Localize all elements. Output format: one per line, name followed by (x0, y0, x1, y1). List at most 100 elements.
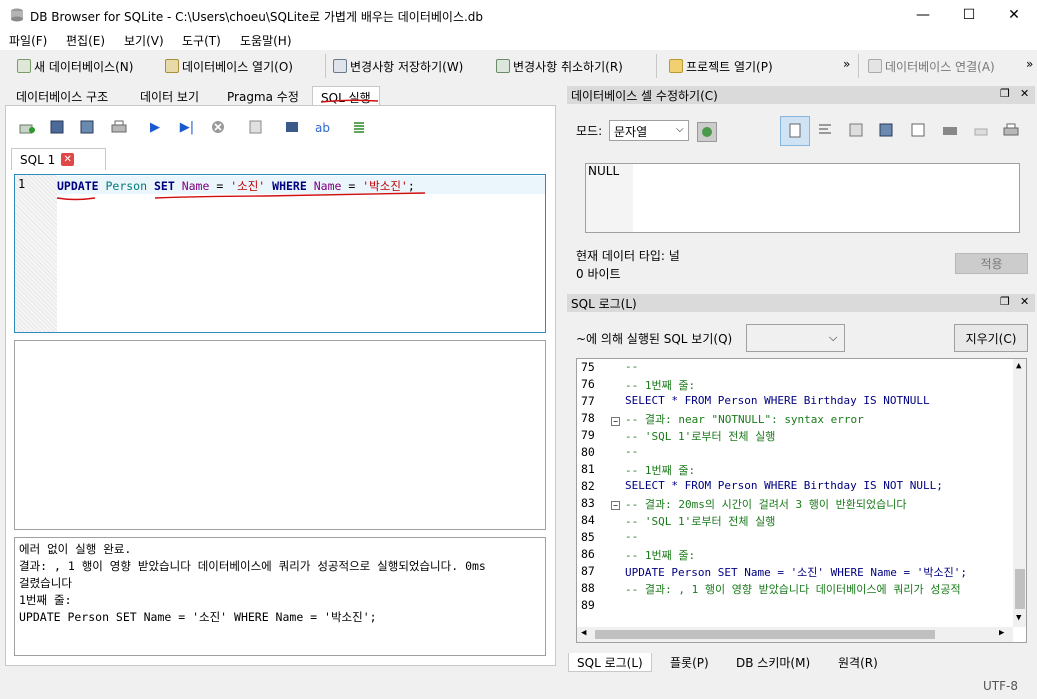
scroll-right-icon[interactable]: ▶ (999, 628, 1004, 638)
edit-cell-title: 데이터베이스 셀 수정하기(C) (571, 89, 718, 103)
print-icon[interactable] (110, 118, 128, 136)
scroll-thumb[interactable] (595, 630, 935, 639)
float-dock-icon[interactable]: ❐ (1000, 87, 1010, 100)
open-database-label: 데이터베이스 열기(O) (182, 59, 293, 74)
tab-plot[interactable]: 플롯(P) (662, 653, 717, 672)
open-project-button[interactable]: 프로젝트 열기(P) (669, 58, 773, 74)
export-icon[interactable] (878, 123, 894, 140)
log-line: -- 1번째 줄: (625, 379, 696, 392)
new-database-button[interactable]: 새 데이터베이스(N) (17, 58, 133, 74)
word-wrap-icon[interactable] (818, 123, 832, 140)
app-icon (10, 8, 24, 22)
log-line: -- 결과: , 1 행이 영향 받았습니다 데이터베이스에 쿼리가 성공적 (625, 583, 961, 596)
sql-editor[interactable]: 1 UPDATE Person SET Name = '소진' WHERE Na… (14, 174, 546, 333)
tab-sql-1[interactable]: SQL 1 ✕ (11, 148, 106, 170)
minimize-button[interactable]: — (900, 0, 946, 30)
log-line-number: 77 (581, 394, 595, 408)
float-dock-icon[interactable]: ❐ (1000, 295, 1010, 308)
open-database-icon (165, 59, 179, 73)
tab-remote[interactable]: 원격(R) (830, 653, 886, 672)
save-sql-file-icon[interactable] (78, 118, 96, 136)
attach-database-icon (868, 59, 882, 73)
tab-sql-log[interactable]: SQL 로그(L) (568, 653, 652, 672)
cell-value: NULL (588, 164, 620, 178)
menu-help[interactable]: 도움말(H) (240, 32, 292, 49)
toolbar-overflow-icon[interactable]: » (843, 57, 850, 71)
mode-label: 모드: (576, 124, 603, 138)
apply-button[interactable]: 적용 (955, 253, 1028, 274)
sql-log-view[interactable]: 75 -- 76 -- 1번째 줄: 77 SELECT * FROM Person … (576, 358, 1027, 643)
toolbar-separator (858, 54, 859, 78)
tab-db-schema[interactable]: DB 스키마(M) (728, 653, 818, 672)
mode-select[interactable]: 문자열 ⌵ (609, 120, 689, 141)
log-line: UPDATE Person SET Name = '소진' WHERE Name… (625, 566, 967, 579)
find-icon[interactable] (283, 118, 301, 136)
open-sql-file-icon[interactable] (48, 118, 66, 136)
revert-changes-icon (496, 59, 510, 73)
execute-all-icon[interactable]: ▶ (146, 118, 164, 136)
menu-view[interactable]: 보기(V) (124, 32, 164, 49)
chevron-down-icon: ⌵ (829, 331, 838, 344)
save-results-icon[interactable] (247, 118, 265, 136)
evaluate-icon[interactable] (973, 123, 989, 140)
text-mode-icon[interactable] (780, 116, 810, 146)
log-line-number: 75 (581, 360, 595, 374)
open-tab-icon[interactable] (18, 118, 36, 136)
clear-log-button[interactable]: 지우기(C) (954, 324, 1028, 352)
tab-browse-data[interactable]: 데이터 보기 (132, 86, 207, 106)
execute-line-icon[interactable]: ▶| (178, 118, 196, 136)
log-horizontal-scrollbar[interactable]: ◀ ▶ (577, 627, 1013, 642)
import-icon[interactable] (848, 123, 864, 140)
results-grid[interactable] (14, 340, 546, 530)
find-replace-icon[interactable]: ab (314, 118, 332, 136)
encoding-status: UTF-8 (983, 679, 1018, 693)
attach-database-label: 데이터베이스 연결(A) (885, 59, 995, 74)
tab-edit-pragmas[interactable]: Pragma 수정 (219, 86, 307, 106)
open-external-icon[interactable] (942, 123, 958, 140)
cell-value-editor[interactable]: NULL (585, 163, 1020, 233)
print-cell-icon[interactable] (1003, 123, 1019, 140)
menu-bar: 파일(F) 편집(E) 보기(V) 도구(T) 도움말(H) (0, 30, 1037, 50)
open-database-button[interactable]: 데이터베이스 열기(O) (165, 58, 293, 74)
close-dock-icon[interactable]: ✕ (1020, 295, 1029, 308)
new-database-icon (17, 59, 31, 73)
new-database-label: 새 데이터베이스(N) (34, 59, 134, 74)
scroll-down-icon[interactable]: ▼ (1016, 613, 1021, 623)
scroll-up-icon[interactable]: ▲ (1016, 361, 1021, 371)
revert-changes-button[interactable]: 변경사항 취소하기(R) (496, 58, 623, 74)
close-tab-icon[interactable]: ✕ (61, 153, 75, 166)
log-line: SELECT * FROM Person WHERE Birthday IS N… (625, 394, 930, 407)
message-line: 에러 없이 실행 완료. (19, 542, 132, 556)
maximize-button[interactable]: ☐ (946, 0, 992, 30)
menu-file[interactable]: 파일(F) (9, 32, 47, 49)
menu-tools[interactable]: 도구(T) (182, 32, 221, 49)
fold-marker-icon[interactable]: − (611, 501, 620, 510)
write-changes-button[interactable]: 변경사항 저장하기(W) (333, 58, 463, 74)
toolbar-separator (656, 54, 657, 78)
cell-size: 0 바이트 (576, 267, 621, 281)
log-source-select[interactable]: ⌵ (746, 324, 845, 352)
tab-database-structure[interactable]: 데이터베이스 구조 (8, 86, 116, 106)
log-line: SELECT * FROM Person WHERE Birthday IS N… (625, 479, 943, 492)
stop-execution-icon[interactable] (209, 118, 227, 136)
comment-block-icon[interactable] (350, 118, 368, 136)
log-line: -- (625, 530, 639, 543)
menu-edit[interactable]: 편집(E) (66, 32, 105, 49)
scroll-left-icon[interactable]: ◀ (581, 628, 586, 638)
main-toolbar: 새 데이터베이스(N) 데이터베이스 열기(O) ▼ 변경사항 저장하기(W) … (0, 50, 1037, 125)
set-null-icon[interactable] (910, 123, 926, 140)
fold-marker-icon[interactable]: − (611, 417, 620, 426)
execution-message-pane: 에러 없이 실행 완료. 결과: , 1 행이 영향 받았습니다 데이터베이스에… (14, 537, 546, 656)
scroll-thumb[interactable] (1015, 569, 1025, 609)
log-line-number: 89 (581, 598, 595, 612)
chevron-down-icon: ⌵ (676, 124, 684, 135)
auto-switch-mode-icon[interactable] (697, 122, 717, 142)
attach-database-button[interactable]: 데이터베이스 연결(A) (868, 58, 995, 74)
sql-log-title: SQL 로그(L) (571, 297, 637, 311)
close-dock-icon[interactable]: ✕ (1020, 87, 1029, 100)
log-vertical-scrollbar[interactable]: ▲ ▼ (1013, 359, 1026, 627)
sql-log-dock-header: SQL 로그(L) ❐ ✕ (567, 294, 1035, 312)
toolbar-overflow-icon[interactable]: » (1026, 57, 1033, 71)
editor-gutter (15, 175, 57, 332)
close-button[interactable]: ✕ (991, 0, 1037, 30)
